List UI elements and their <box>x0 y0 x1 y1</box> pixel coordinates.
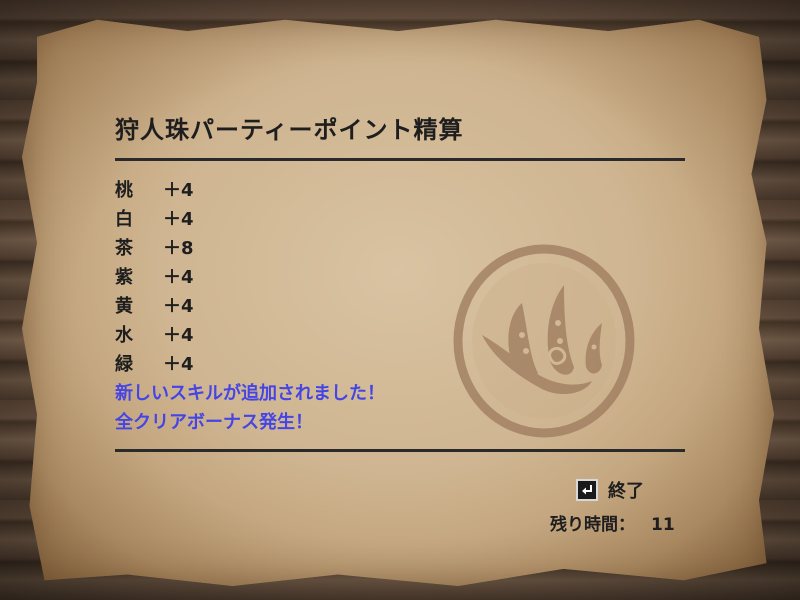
list-item: 桃 ＋4 <box>115 176 385 205</box>
point-value: ＋8 <box>163 238 194 259</box>
point-color: 緑 <box>115 354 133 375</box>
point-color: 黄 <box>115 296 133 317</box>
point-color: 桃 <box>115 180 133 201</box>
hunter-claw-emblem-icon <box>453 244 635 438</box>
point-value: ＋4 <box>163 354 194 375</box>
exit-button[interactable]: 終了 <box>576 478 644 502</box>
point-color: 水 <box>115 325 133 346</box>
point-value: ＋4 <box>163 209 194 230</box>
point-value: ＋4 <box>163 296 194 317</box>
list-item: 紫 ＋4 <box>115 263 385 292</box>
list-item: 黄 ＋4 <box>115 292 385 321</box>
all-clear-bonus-message: 全クリアボーナス発生！ <box>115 412 313 433</box>
point-color: 紫 <box>115 267 133 288</box>
skill-added-message: 新しいスキルが追加されました！ <box>115 383 385 404</box>
list-item: 緑 ＋4 <box>115 350 385 379</box>
points-list: 桃 ＋4 白 ＋4 茶 ＋8 紫 ＋4 黄 ＋4 水 ＋4 緑 ＋4 新しいスキルが追加されま… <box>115 176 385 437</box>
remaining-time-label: 残り時間： <box>550 515 635 535</box>
remaining-time-value: 11 <box>651 515 675 535</box>
exit-label: 終了 <box>608 481 644 502</box>
list-item: 茶 ＋8 <box>115 234 385 263</box>
divider-top <box>115 158 685 161</box>
point-color: 白 <box>115 209 133 230</box>
point-value: ＋4 <box>163 267 194 288</box>
list-item: 水 ＋4 <box>115 321 385 350</box>
point-value: ＋4 <box>163 325 194 346</box>
divider-bottom <box>115 449 685 452</box>
remaining-time: 残り時間： 11 <box>550 510 675 535</box>
list-item: 白 ＋4 <box>115 205 385 234</box>
enter-key-icon <box>576 479 598 501</box>
point-value: ＋4 <box>163 180 194 201</box>
point-color: 茶 <box>115 238 133 259</box>
page-title: 狩人珠パーティーポイント精算 <box>115 116 464 144</box>
